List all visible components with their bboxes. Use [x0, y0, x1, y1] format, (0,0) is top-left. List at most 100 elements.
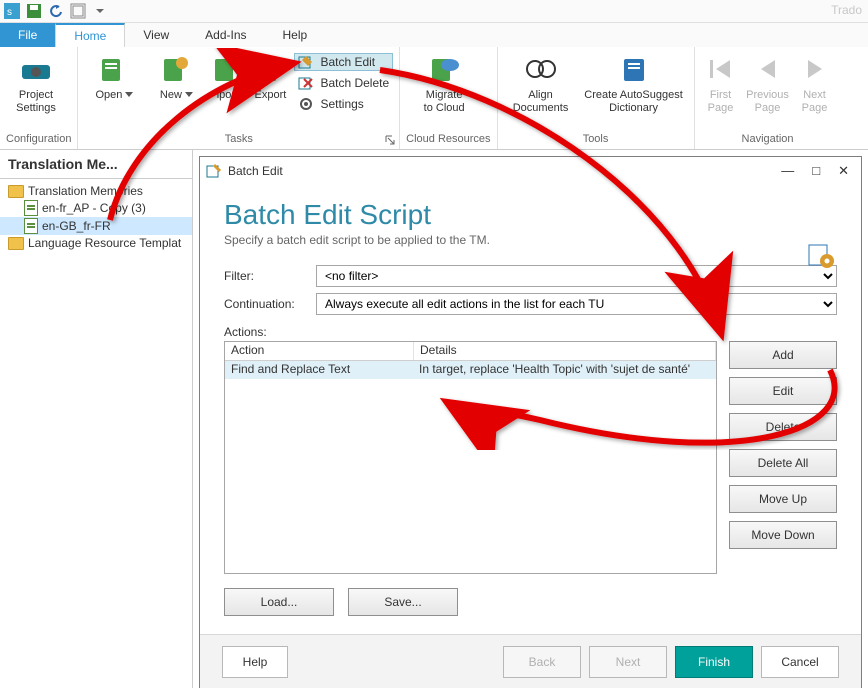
save-icon[interactable]	[26, 3, 42, 19]
ribbon-tabs: File Home View Add-Ins Help	[0, 23, 868, 47]
cloud-icon	[428, 53, 460, 85]
tab-file[interactable]: File	[0, 23, 55, 47]
batch-edit-dialog: Batch Edit — □ ✕ Batch Edit Script Speci…	[199, 156, 862, 688]
save-all-icon[interactable]	[70, 3, 86, 19]
tab-addins[interactable]: Add-Ins	[187, 23, 264, 47]
tree-item-tm1[interactable]: en-fr_AP - Copy (3)	[0, 199, 192, 217]
quick-access-toolbar: s Trado	[0, 0, 868, 23]
main-area: Translation Me... Translation Memories e…	[0, 150, 868, 688]
qat-dropdown-icon[interactable]	[92, 3, 108, 19]
batch-edit-icon	[298, 54, 314, 70]
align-documents-button[interactable]: Align Documents	[504, 49, 578, 115]
undo-icon[interactable]	[48, 3, 64, 19]
dialog-body: Batch Edit Script Specify a batch edit s…	[200, 185, 861, 634]
first-page-icon	[705, 53, 737, 85]
import-button[interactable]: iport	[208, 49, 246, 102]
folder-icon	[8, 185, 24, 198]
project-settings-button[interactable]: Project Settings	[6, 49, 66, 115]
continuation-label: Continuation:	[224, 297, 316, 311]
next-page-icon	[799, 53, 831, 85]
dialog-launcher-icon[interactable]	[385, 135, 395, 145]
dialog-area: Batch Edit — □ ✕ Batch Edit Script Speci…	[193, 150, 868, 688]
close-icon[interactable]: ✕	[838, 163, 849, 179]
script-gear-icon	[807, 241, 835, 269]
tree-item-tm2[interactable]: en-GB_fr-FR	[0, 217, 192, 235]
cell-action: Find and Replace Text	[225, 361, 413, 379]
tree-root-lang[interactable]: Language Resource Templat	[0, 235, 192, 251]
move-down-button[interactable]: Move Down	[729, 521, 837, 549]
cell-details: In target, replace 'Health Topic' with '…	[413, 361, 716, 379]
tm-icon	[24, 218, 38, 234]
move-up-button[interactable]: Move Up	[729, 485, 837, 513]
grid-header: Action Details	[225, 342, 716, 361]
group-tasks: Open New iport Export Batch Edit	[78, 47, 400, 149]
tree: Translation Memories en-fr_AP - Copy (3)…	[0, 179, 192, 688]
batch-delete-icon	[298, 75, 314, 91]
migrate-to-cloud-button[interactable]: Migrate to Cloud	[406, 49, 482, 115]
group-cloud: Migrate to Cloud Cloud Resources	[400, 47, 497, 149]
help-button[interactable]: Help	[222, 646, 288, 678]
tm-icon	[24, 200, 38, 216]
window-controls: — □ ✕	[781, 163, 855, 179]
actions-label: Actions:	[224, 325, 837, 339]
group-navigation: First Page Previous Page Next Page Navig…	[695, 47, 841, 149]
export-button[interactable]: Export	[248, 49, 292, 102]
export-icon	[254, 53, 286, 85]
app-brand: Trado	[831, 3, 862, 17]
tab-view[interactable]: View	[125, 23, 187, 47]
gear-icon	[20, 53, 52, 85]
dialog-footer: Help Back Next Finish Cancel	[200, 634, 861, 688]
continuation-row: Continuation: Always execute all edit ac…	[224, 293, 837, 315]
group-configuration: Project Settings Configuration	[0, 47, 78, 149]
cancel-button[interactable]: Cancel	[761, 646, 839, 678]
new-icon	[160, 53, 192, 85]
group-tools: Align Documents Create AutoSuggest Dicti…	[498, 47, 695, 149]
filter-select[interactable]: <no filter>	[316, 265, 837, 287]
col-action: Action	[225, 342, 414, 360]
load-button[interactable]: Load...	[224, 588, 334, 616]
filter-label: Filter:	[224, 269, 316, 283]
left-panel: Translation Me... Translation Memories e…	[0, 150, 193, 688]
dialog-title: Batch Edit	[228, 164, 283, 178]
add-button[interactable]: Add	[729, 341, 837, 369]
tree-root-tm[interactable]: Translation Memories	[0, 183, 192, 199]
gear-icon	[298, 96, 314, 112]
dialog-heading: Batch Edit Script	[224, 199, 837, 231]
actions-grid: Action Details Find and Replace Text In …	[224, 341, 717, 574]
delete-all-button[interactable]: Delete All	[729, 449, 837, 477]
save-button[interactable]: Save...	[348, 588, 458, 616]
open-button[interactable]: Open	[84, 49, 144, 102]
back-button: Back	[503, 646, 581, 678]
maximize-icon[interactable]: □	[812, 163, 820, 179]
finish-button[interactable]: Finish	[675, 646, 753, 678]
ribbon: Project Settings Configuration Open New …	[0, 47, 868, 150]
svg-text:s: s	[7, 7, 12, 18]
settings-button[interactable]: Settings	[294, 95, 393, 113]
grid-row[interactable]: Find and Replace Text In target, replace…	[225, 361, 716, 379]
dictionary-icon	[618, 53, 650, 85]
side-buttons: Add Edit Delete Delete All Move Up Move …	[729, 341, 837, 574]
prev-page-icon	[752, 53, 784, 85]
tab-help[interactable]: Help	[265, 23, 326, 47]
dialog-titlebar: Batch Edit — □ ✕	[200, 157, 861, 185]
continuation-select[interactable]: Always execute all edit actions in the l…	[316, 293, 837, 315]
first-page-button: First Page	[701, 49, 741, 115]
new-button[interactable]: New	[146, 49, 206, 102]
load-save-row: Load... Save...	[224, 588, 837, 616]
panel-title: Translation Me...	[0, 150, 192, 179]
next-button: Next	[589, 646, 667, 678]
open-icon	[98, 53, 130, 85]
minimize-icon[interactable]: —	[781, 163, 794, 179]
folder-icon	[8, 237, 24, 250]
align-icon	[525, 53, 557, 85]
filter-row: Filter: <no filter>	[224, 265, 837, 287]
create-autosuggest-button[interactable]: Create AutoSuggest Dictionary	[580, 49, 688, 115]
batch-edit-button[interactable]: Batch Edit	[294, 53, 393, 71]
qat-icon-app: s	[4, 3, 20, 19]
previous-page-button: Previous Page	[743, 49, 793, 115]
tab-home[interactable]: Home	[55, 23, 125, 47]
next-page-button: Next Page	[795, 49, 835, 115]
batch-delete-button[interactable]: Batch Delete	[294, 74, 393, 92]
delete-button[interactable]: Delete	[729, 413, 837, 441]
edit-button[interactable]: Edit	[729, 377, 837, 405]
